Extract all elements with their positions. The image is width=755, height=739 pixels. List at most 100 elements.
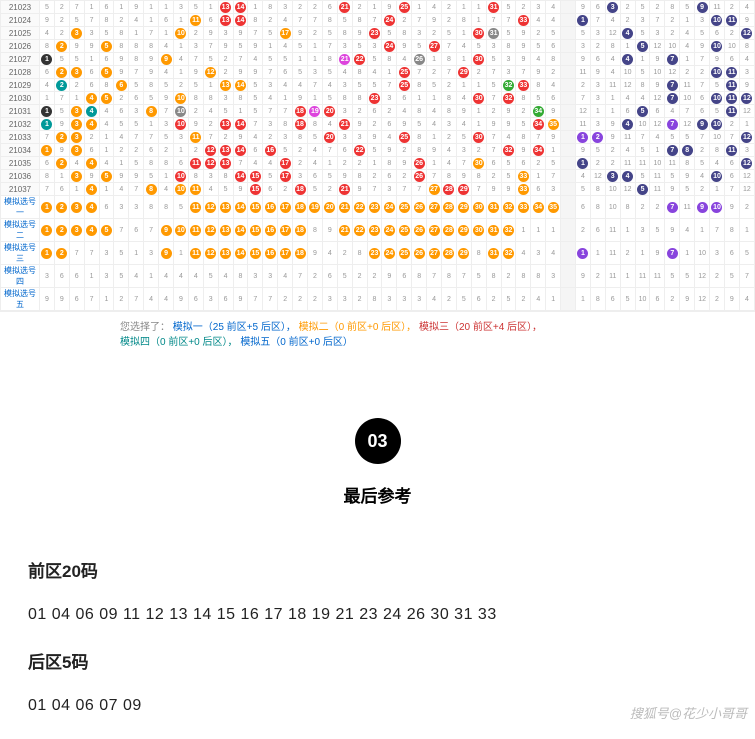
- front-cell: 4: [99, 157, 114, 170]
- ball-orange: 4: [86, 93, 97, 104]
- ball-orange: 10: [175, 225, 186, 236]
- spacer: [561, 131, 576, 144]
- front-cell: 3: [69, 118, 84, 131]
- front-cell: 4: [84, 118, 99, 131]
- back-cell: 4: [650, 131, 665, 144]
- front-cell: 2: [471, 66, 486, 79]
- front-cell: 4: [278, 14, 293, 27]
- ball-navy: 12: [741, 93, 752, 104]
- ball-orange: 17: [280, 202, 291, 213]
- front-cell: 5: [173, 196, 188, 219]
- table-row: 2103776141478410114591562185221973772728…: [1, 183, 755, 196]
- ball-orange: 27: [429, 248, 440, 259]
- front-cell: 1: [99, 131, 114, 144]
- front-cell: 10: [173, 105, 188, 118]
- front-cell: 8: [337, 27, 352, 40]
- front-cell: 13: [218, 219, 233, 242]
- front-cell: 7: [129, 131, 144, 144]
- front-cell: 4: [129, 265, 144, 288]
- front-cell: 3: [69, 219, 84, 242]
- front-cell: 2: [159, 144, 174, 157]
- front-cell: 30: [471, 196, 486, 219]
- back-cell: 10: [710, 118, 725, 131]
- front-cell: 29: [456, 196, 471, 219]
- front-cell: 3: [293, 170, 308, 183]
- front-cell: 5: [322, 170, 337, 183]
- back-cell: 3: [710, 242, 725, 265]
- front-cell: 8: [486, 265, 501, 288]
- front-cell: 3: [382, 183, 397, 196]
- ball-orange: 8: [146, 106, 157, 117]
- front-cell: 5: [293, 40, 308, 53]
- front-cell: 4: [546, 79, 561, 92]
- front-cell: 2: [486, 288, 501, 311]
- front-cell: 10: [173, 92, 188, 105]
- table-row: 2102942268658525113145344743557258521153…: [1, 79, 755, 92]
- back-cell: 5: [695, 27, 710, 40]
- section-number-badge: 03: [355, 418, 401, 464]
- front-cell: 1: [39, 242, 54, 265]
- front-cell: 7: [203, 40, 218, 53]
- front-cell: 21: [337, 219, 352, 242]
- ball-orange: 21: [339, 202, 350, 213]
- front-cell: 1: [84, 265, 99, 288]
- ball-orange: 23: [369, 248, 380, 259]
- front-cell: 9: [397, 118, 412, 131]
- front-cell: 3: [382, 288, 397, 311]
- table-row: 模拟选号三12773513911112131415161718942823242…: [1, 242, 755, 265]
- front-cell: 8: [144, 105, 159, 118]
- front-cell: 13: [218, 79, 233, 92]
- front-cell: 33: [516, 170, 531, 183]
- front-cell: 6: [99, 196, 114, 219]
- front-cell: 8: [218, 170, 233, 183]
- back-cell: 1: [620, 40, 635, 53]
- ball-orange: 20: [324, 202, 335, 213]
- front-cell: 9: [84, 170, 99, 183]
- front-cell: 1: [173, 14, 188, 27]
- back-cell: 7: [724, 183, 739, 196]
- front-cell: 21: [337, 1, 352, 14]
- front-cell: 5: [278, 53, 293, 66]
- front-cell: 21: [337, 196, 352, 219]
- front-cell: 5: [546, 157, 561, 170]
- table-row: 模拟选号二12345767910111213141516171889212223…: [1, 219, 755, 242]
- front-cell: 4: [248, 131, 263, 144]
- ball-orange: 3: [71, 225, 82, 236]
- front-cell: 7: [84, 14, 99, 27]
- front-cell: 8: [129, 53, 144, 66]
- front-cell: 5: [471, 265, 486, 288]
- table-row: 2103681395995110838141551736598262267898…: [1, 170, 755, 183]
- front-cell: 2: [397, 14, 412, 27]
- ball-navy: 7: [667, 93, 678, 104]
- back-cell: 9: [576, 1, 591, 14]
- ball-red: 29: [458, 184, 469, 195]
- front-cell: 5: [501, 288, 516, 311]
- back-cell: 1: [576, 242, 591, 265]
- front-cell: 8: [159, 196, 174, 219]
- front-cell: 3: [114, 196, 129, 219]
- front-cell: 6: [307, 170, 322, 183]
- front-cell: 9: [501, 183, 516, 196]
- back-cell: 1: [635, 53, 650, 66]
- front-cell: 26: [412, 157, 427, 170]
- front-cell: 6: [159, 14, 174, 27]
- back-cell: 5: [680, 183, 695, 196]
- back-cell: 6: [724, 170, 739, 183]
- ball-orange: 16: [265, 202, 276, 213]
- summary-prefix: 您选择了：: [120, 322, 170, 333]
- front-cell: 6: [322, 265, 337, 288]
- front-cell: 7: [114, 219, 129, 242]
- front-cell: 7: [263, 66, 278, 79]
- ball-red: 28: [443, 184, 454, 195]
- front-cell: 5: [99, 92, 114, 105]
- ball-orange: 26: [414, 248, 425, 259]
- front-cell: 2: [397, 170, 412, 183]
- spacer: [561, 183, 576, 196]
- front-cell: 4: [203, 105, 218, 118]
- front-cell: 1: [39, 53, 54, 66]
- back-cell: 7: [695, 131, 710, 144]
- ball-orange: 16: [265, 225, 276, 236]
- ball-red: 10: [175, 171, 186, 182]
- front-cell: 7: [69, 242, 84, 265]
- front-cell: 7: [278, 105, 293, 118]
